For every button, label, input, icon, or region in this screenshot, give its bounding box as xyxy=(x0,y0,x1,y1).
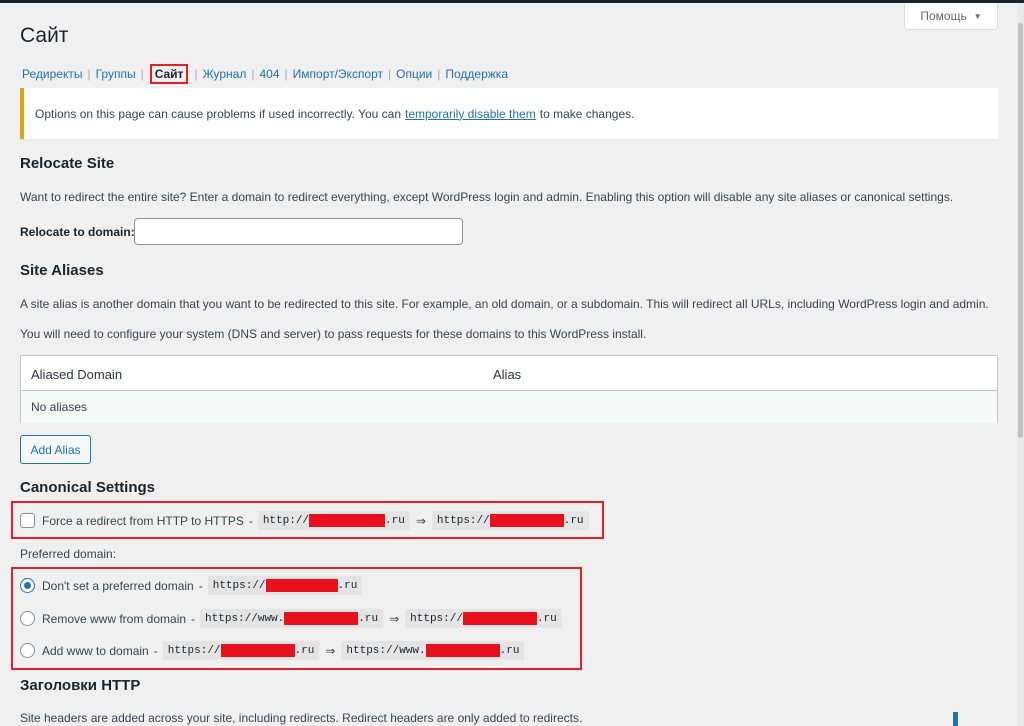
aliases-dns-note: You will need to configure your system (… xyxy=(20,327,647,341)
subnav-separator: | xyxy=(140,67,144,81)
domain-prefix: https:// xyxy=(167,644,221,657)
relocate-domain-input[interactable] xyxy=(134,218,463,245)
notice-text-after: to make changes. xyxy=(539,106,635,121)
aliases-description: A site alias is another domain that you … xyxy=(20,297,989,311)
preferred-none-radio[interactable] xyxy=(20,578,35,593)
subnav-redirects[interactable]: Редиректы xyxy=(22,67,82,81)
table-row: No aliases xyxy=(21,391,997,423)
domain-suffix: .ru xyxy=(499,644,520,657)
dash-separator: - xyxy=(191,611,196,626)
add-www-radio[interactable] xyxy=(20,643,35,658)
domain-suffix: .ru xyxy=(337,579,358,592)
add-www-option[interactable]: Add www to domain - https:// .ru ⇒ https:… xyxy=(20,641,525,660)
warning-notice: Options on this page can cause problems … xyxy=(20,88,998,139)
subnav-separator: | xyxy=(87,67,91,81)
domain-prefix: https:// xyxy=(212,579,266,592)
relocate-label: Relocate to domain: xyxy=(20,225,135,239)
dash-separator: - xyxy=(198,578,203,593)
relocate-heading: Relocate Site xyxy=(20,155,115,172)
redacted-domain xyxy=(220,644,295,657)
domain-suffix: .ru xyxy=(536,612,557,625)
redirect-arrow-icon: ⇒ xyxy=(415,513,426,528)
redacted-domain xyxy=(489,514,564,527)
preferred-none-label: Don't set a preferred domain xyxy=(42,578,194,593)
remove-www-option[interactable]: Remove www from domain - https://www. .ru… xyxy=(20,609,562,628)
add-www-to-code: https://www. .ru xyxy=(341,641,525,660)
add-www-from-code: https:// .ru xyxy=(162,641,320,660)
domain-suffix: .ru xyxy=(385,514,405,527)
aliases-heading: Site Aliases xyxy=(20,262,104,279)
https-domain-code: https:// .ru xyxy=(431,511,589,530)
aliases-table-header: Aliased Domain Alias xyxy=(21,356,997,391)
preferred-domain-label: Preferred domain: xyxy=(20,547,117,561)
redirect-arrow-icon: ⇒ xyxy=(325,643,336,658)
domain-prefix: https:// xyxy=(436,514,490,527)
subnav-separator: | xyxy=(194,67,198,81)
redacted-domain xyxy=(462,612,537,625)
subnav-options[interactable]: Опции xyxy=(396,67,432,81)
domain-prefix: https:// xyxy=(410,612,463,625)
corner-indicator xyxy=(953,712,958,726)
notice-text-before: Options on this page can cause problems … xyxy=(35,106,401,121)
remove-www-from-code: https://www. .ru xyxy=(200,609,384,628)
add-www-label: Add www to domain xyxy=(42,643,149,658)
dash-separator: - xyxy=(153,643,158,658)
remove-www-label: Remove www from domain xyxy=(42,611,187,626)
preferred-none-option[interactable]: Don't set a preferred domain - https://.… xyxy=(20,576,363,595)
redacted-domain xyxy=(284,612,359,625)
subnav-separator: | xyxy=(284,67,288,81)
force-https-checkbox[interactable] xyxy=(20,513,35,528)
redacted-domain xyxy=(309,514,386,527)
subnav-separator: | xyxy=(437,67,441,81)
scrollbar-track[interactable] xyxy=(1017,3,1024,726)
subnav-import-export[interactable]: Импорт/Экспорт xyxy=(293,67,383,81)
page-title: Сайт xyxy=(20,24,69,47)
relocate-description: Want to redirect the entire site? Enter … xyxy=(20,190,954,204)
column-alias: Alias xyxy=(493,367,522,382)
domain-prefix: https://www. xyxy=(346,644,426,657)
canonical-heading: Canonical Settings xyxy=(20,479,156,496)
scrollbar-thumb[interactable] xyxy=(1018,23,1023,438)
preferred-none-domain-code: https:// .ru xyxy=(207,576,363,595)
redirect-arrow-icon: ⇒ xyxy=(389,611,400,626)
subnav-support[interactable]: Поддержка xyxy=(445,67,508,81)
http-domain-code: http:// .ru xyxy=(257,511,410,530)
domain-suffix: .ru xyxy=(563,514,584,527)
force-https-label: Force a redirect from HTTP to HTTPS xyxy=(42,513,244,528)
column-aliased-domain: Aliased Domain xyxy=(31,367,123,382)
domain-prefix: https://www. xyxy=(205,612,285,625)
remove-www-radio[interactable] xyxy=(20,611,35,626)
force-https-option[interactable]: Force a redirect from HTTP to HTTPS - ht… xyxy=(20,511,589,530)
subnav-log[interactable]: Журнал xyxy=(203,67,247,81)
http-headers-description: Site headers are added across your site,… xyxy=(20,711,583,725)
redacted-domain xyxy=(265,579,338,592)
domain-suffix: .ru xyxy=(294,644,315,657)
domain-suffix: .ru xyxy=(358,612,379,625)
domain-prefix: http:// xyxy=(262,514,310,527)
help-button[interactable]: Помощь ▼ xyxy=(904,3,998,30)
subnav-separator: | xyxy=(251,67,255,81)
dash-separator: - xyxy=(248,513,253,528)
subnav-groups[interactable]: Группы xyxy=(96,67,136,81)
redacted-domain xyxy=(425,644,500,657)
no-aliases-text: No aliases xyxy=(31,400,88,414)
help-label: Помощь xyxy=(920,9,967,23)
remove-www-to-code: https:// .ru xyxy=(405,609,562,628)
caret-down-icon: ▼ xyxy=(973,11,982,21)
admin-bar-edge xyxy=(0,0,1024,3)
http-headers-heading: Заголовки HTTP xyxy=(20,677,141,694)
subnav-404[interactable]: 404 xyxy=(259,67,279,81)
aliases-table: Aliased Domain Alias No aliases xyxy=(20,355,998,423)
subnav-site-current[interactable]: Сайт xyxy=(149,64,189,84)
add-alias-button[interactable]: Add Alias xyxy=(20,435,91,464)
subnav: Редиректы | Группы | Сайт | Журнал | 404… xyxy=(22,64,508,84)
disable-options-link[interactable]: temporarily disable them xyxy=(405,107,536,121)
subnav-separator: | xyxy=(388,67,392,81)
